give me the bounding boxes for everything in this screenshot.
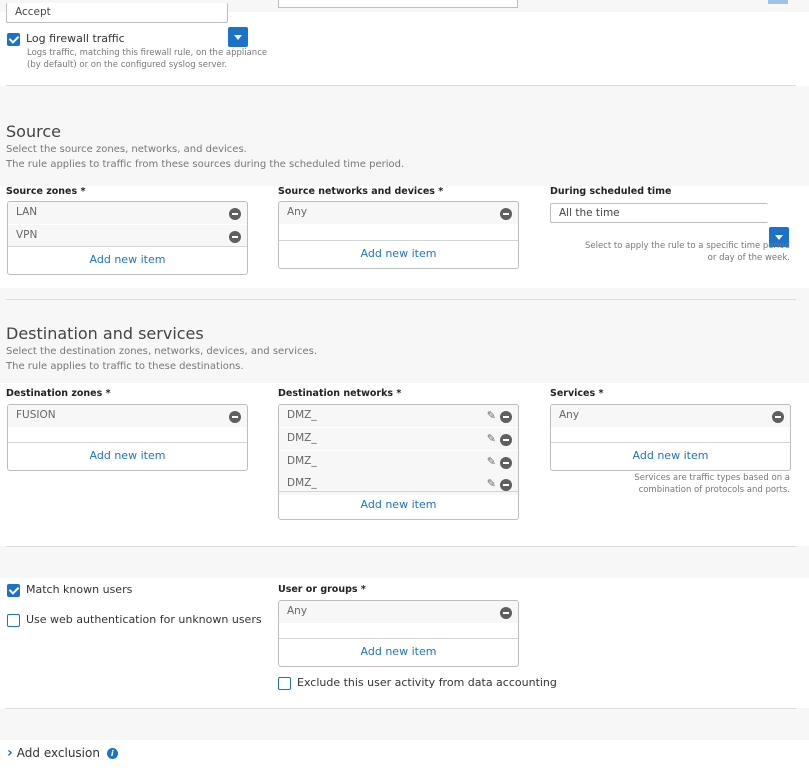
destination-desc-1: Select the destination zones, networks, … bbox=[6, 346, 318, 357]
match-known-users-checkbox[interactable] bbox=[7, 584, 20, 597]
log-traffic-checkbox[interactable] bbox=[7, 33, 20, 46]
list-item: Any bbox=[279, 202, 518, 224]
add-exclusion-toggle[interactable]: › Add exclusion i bbox=[7, 745, 118, 761]
exclude-accounting-checkbox[interactable] bbox=[278, 677, 291, 690]
list-item: DMZ_ ✎ bbox=[279, 428, 518, 450]
web-auth-checkbox[interactable] bbox=[7, 614, 20, 627]
add-new-item-button[interactable]: Add new item bbox=[8, 246, 247, 274]
list-item-label: Any bbox=[559, 409, 580, 421]
pencil-icon[interactable]: ✎ bbox=[487, 433, 496, 445]
remove-icon[interactable] bbox=[229, 208, 241, 220]
remove-icon[interactable] bbox=[772, 411, 784, 423]
remove-icon[interactable] bbox=[500, 607, 512, 619]
exclusion-band bbox=[0, 708, 809, 740]
remove-icon[interactable] bbox=[500, 457, 512, 469]
destination-zones-list: FUSION Add new item bbox=[7, 404, 248, 471]
top-right-textarea[interactable] bbox=[278, 0, 518, 8]
divider-3 bbox=[6, 546, 796, 547]
destination-desc-2: The rule applies to traffic to these des… bbox=[6, 361, 244, 372]
top-right-button-fragment[interactable] bbox=[768, 0, 788, 4]
list-item-label: Any bbox=[287, 605, 308, 617]
schedule-select[interactable]: All the time bbox=[550, 203, 768, 223]
schedule-help: Select to apply the rule to a specific t… bbox=[584, 241, 790, 263]
divider-2 bbox=[6, 299, 796, 300]
info-icon[interactable]: i bbox=[106, 748, 118, 759]
list-item-label: Any bbox=[287, 206, 308, 218]
remove-icon[interactable] bbox=[500, 411, 512, 423]
web-auth-label: Use web authentication for unknown users bbox=[26, 613, 262, 626]
chevron-right-icon: › bbox=[7, 745, 13, 761]
user-groups-list: Any Add new item bbox=[278, 600, 519, 667]
list-item: Any bbox=[551, 405, 790, 427]
schedule-label: During scheduled time bbox=[550, 186, 672, 197]
list-item: VPN bbox=[8, 225, 247, 247]
pencil-icon[interactable]: ✎ bbox=[487, 478, 496, 490]
add-new-item-button[interactable]: Add new item bbox=[279, 638, 518, 666]
divider-1 bbox=[6, 85, 796, 86]
source-zones-list: LAN VPN Add new item bbox=[7, 201, 248, 275]
services-help: Services are traffic types based on a co… bbox=[634, 473, 790, 495]
pencil-icon[interactable]: ✎ bbox=[487, 456, 496, 468]
remove-icon[interactable] bbox=[500, 208, 512, 220]
services-list: Any Add new item bbox=[550, 404, 791, 471]
source-networks-label: Source networks and devices * bbox=[278, 186, 444, 197]
source-desc-1: Select the source zones, networks, and d… bbox=[6, 144, 247, 155]
destination-networks-label: Destination networks * bbox=[278, 388, 402, 399]
log-traffic-label: Log firewall traffic bbox=[26, 32, 125, 45]
services-label: Services * bbox=[550, 388, 604, 399]
list-item: DMZ_ ✎ bbox=[279, 405, 518, 427]
destination-title: Destination and services bbox=[6, 324, 204, 343]
remove-icon[interactable] bbox=[500, 479, 512, 491]
remove-icon[interactable] bbox=[500, 434, 512, 446]
add-new-item-button[interactable]: Add new item bbox=[279, 240, 518, 268]
pencil-icon[interactable]: ✎ bbox=[487, 410, 496, 422]
list-item-label: DMZ_ bbox=[287, 455, 317, 467]
action-select[interactable]: Accept bbox=[6, 3, 228, 23]
users-band bbox=[0, 546, 809, 578]
action-value: Accept bbox=[15, 6, 51, 18]
divider-4 bbox=[6, 708, 796, 709]
list-item: DMZ_ ✎ bbox=[279, 451, 518, 473]
source-zones-label: Source zones * bbox=[6, 186, 86, 197]
add-new-item-button[interactable]: Add new item bbox=[8, 442, 247, 470]
list-item-label: LAN bbox=[16, 206, 38, 218]
user-groups-label: User or groups * bbox=[278, 584, 366, 595]
source-networks-list: Any Add new item bbox=[278, 201, 519, 269]
list-item-label: DMZ_ bbox=[287, 409, 317, 421]
source-desc-2: The rule applies to traffic from these s… bbox=[6, 159, 405, 170]
add-new-item-button[interactable]: Add new item bbox=[551, 442, 790, 470]
source-title: Source bbox=[6, 122, 61, 141]
match-known-users-label: Match known users bbox=[26, 583, 133, 596]
remove-icon[interactable] bbox=[229, 411, 241, 423]
add-exclusion-label: Add exclusion bbox=[16, 746, 100, 760]
list-item: FUSION bbox=[8, 405, 247, 427]
list-item-label: FUSION bbox=[16, 409, 56, 421]
list-item-label: DMZ_ bbox=[287, 477, 317, 489]
destination-networks-list: DMZ_ ✎ DMZ_ ✎ DMZ_ ✎ DMZ_ ✎ Add new item bbox=[278, 404, 519, 520]
destination-zones-label: Destination zones * bbox=[6, 388, 111, 399]
remove-icon[interactable] bbox=[229, 231, 241, 243]
exclude-accounting-label: Exclude this user activity from data acc… bbox=[297, 676, 557, 689]
action-dropdown-button[interactable] bbox=[228, 27, 248, 47]
list-item: LAN bbox=[8, 202, 247, 224]
add-new-item-button[interactable]: Add new item bbox=[279, 491, 518, 519]
log-traffic-help: Logs traffic, matching this firewall rul… bbox=[27, 48, 268, 70]
list-item-label: DMZ_ bbox=[287, 432, 317, 444]
list-item-label: VPN bbox=[16, 229, 38, 241]
schedule-value: All the time bbox=[559, 207, 620, 219]
list-item: Any bbox=[279, 601, 518, 623]
